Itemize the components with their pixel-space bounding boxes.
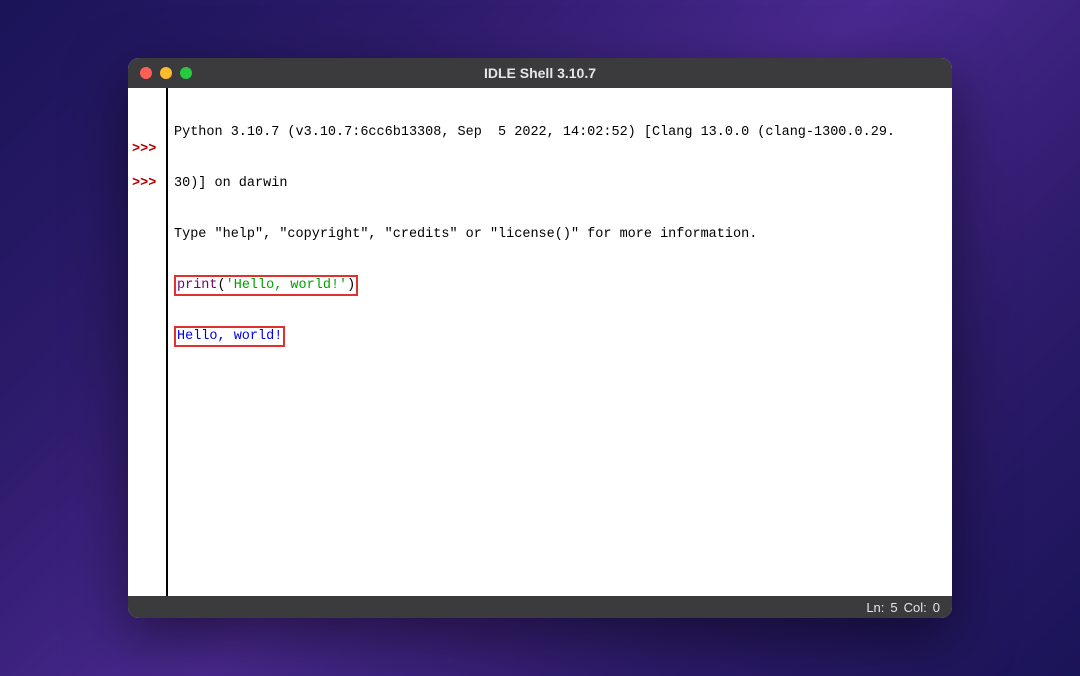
gutter-prompt: >>> (132, 175, 166, 192)
statusbar: Ln: 5 Col: 0 (128, 596, 952, 618)
maximize-icon[interactable] (180, 67, 192, 79)
input-paren: ) (347, 278, 355, 293)
input-builtin: print (177, 278, 218, 293)
banner-line: 30)] on darwin (174, 175, 946, 192)
gutter-prompt: >>> (132, 141, 166, 158)
banner-line: Type "help", "copyright", "credits" or "… (174, 226, 946, 243)
shell-content[interactable]: >>> >>> Python 3.10.7 (v3.10.7:6cc6b1330… (128, 88, 952, 596)
gutter-blank (132, 124, 166, 141)
empty-prompt-line[interactable] (174, 379, 946, 396)
gutter-blank (132, 107, 166, 124)
window-title: IDLE Shell 3.10.7 (128, 65, 952, 81)
input-string: 'Hello, world!' (226, 278, 348, 293)
prompt-gutter: >>> >>> (128, 88, 168, 596)
gutter-blank (132, 158, 166, 175)
traffic-lights (140, 67, 192, 79)
shell-text[interactable]: Python 3.10.7 (v3.10.7:6cc6b13308, Sep 5… (168, 88, 952, 596)
status-line-label: Ln: (866, 600, 884, 615)
minimize-icon[interactable] (160, 67, 172, 79)
close-icon[interactable] (140, 67, 152, 79)
input-line: print('Hello, world!') (174, 277, 946, 294)
titlebar: IDLE Shell 3.10.7 (128, 58, 952, 88)
status-col-label: Col: (904, 600, 927, 615)
idle-window: IDLE Shell 3.10.7 >>> >>> Python 3.10.7 … (128, 58, 952, 618)
output-text: Hello, world! (177, 329, 282, 344)
input-paren: ( (218, 278, 226, 293)
gutter-blank (132, 90, 166, 107)
output-line: Hello, world! (174, 328, 946, 345)
banner-line: Python 3.10.7 (v3.10.7:6cc6b13308, Sep 5… (174, 124, 946, 141)
status-line-value: 5 (890, 600, 897, 615)
status-col-value: 0 (933, 600, 940, 615)
